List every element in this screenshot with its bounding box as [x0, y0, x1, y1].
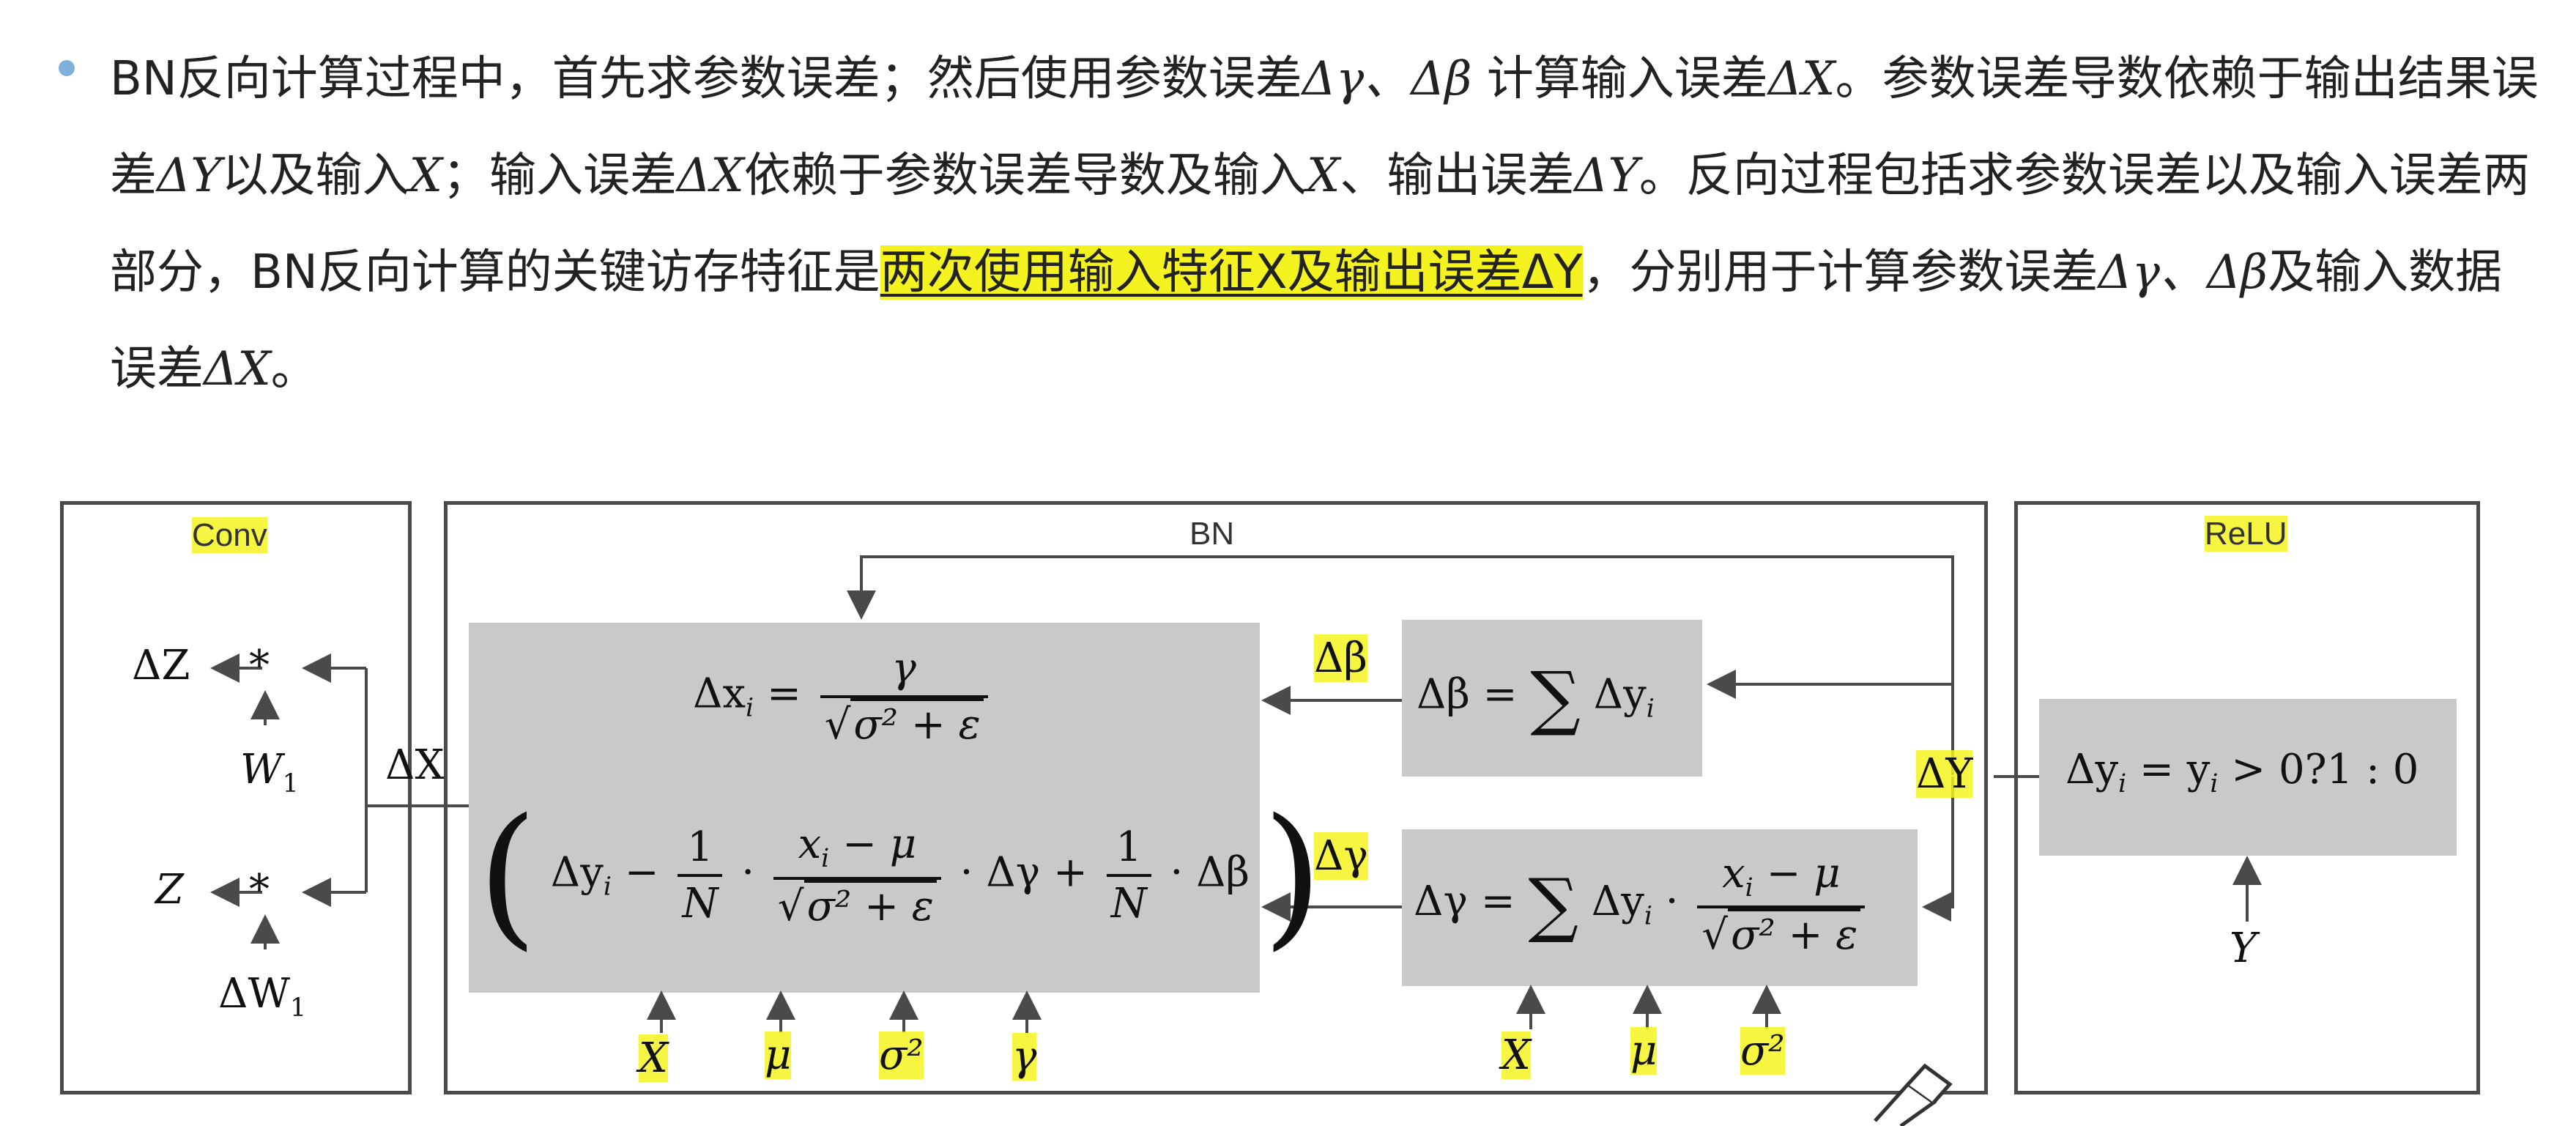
dbeta-rhs: Δy [1593, 670, 1647, 719]
x: x [798, 821, 822, 869]
sqrt-den-2: √σ² + ε [773, 876, 941, 930]
dgamma-frac-num: xi − μ [1718, 850, 1845, 905]
conv-z: Z [155, 866, 184, 914]
param-input-mu: μ [1630, 1027, 1658, 1075]
param-mu: μ [1630, 1027, 1658, 1075]
relu-y-sub: i [2210, 769, 2219, 799]
sqrt-den: √σ² + ε [820, 695, 988, 749]
star-op: * [249, 642, 270, 689]
param-sigma2: σ² [1740, 1027, 1785, 1075]
dgamma-term: · Δγ + [959, 848, 1088, 897]
one-over-n-1: 1N [678, 823, 723, 927]
bn-input-gamma: γ [1012, 1033, 1037, 1081]
relu-label: ReLU [2205, 516, 2287, 552]
input-mu: μ [765, 1031, 792, 1079]
dbeta-tag: Δβ [1314, 634, 1367, 682]
sqrt-den-body: σ² + ε [850, 698, 984, 749]
dgamma-tag-text: Δγ [1314, 832, 1368, 880]
input-sigma2: σ² [879, 1031, 924, 1079]
dot: · [1665, 878, 1679, 926]
dbeta-lhs: Δβ = [1417, 670, 1518, 719]
gamma-num: γ [891, 645, 916, 692]
dgamma-mid-sub: i [1644, 901, 1652, 931]
param-x: X [1502, 1031, 1531, 1079]
n: N [678, 874, 723, 927]
n: N [1106, 874, 1151, 927]
sum-symbol: ∑ [1528, 863, 1578, 946]
x: x [1722, 850, 1745, 897]
x-sub: i [821, 844, 830, 874]
relu-cond: > 0?1 : 0 [2218, 746, 2419, 793]
y-symbol: Y [2230, 925, 2257, 972]
dbeta-formula: Δβ = ∑ Δyi [1417, 656, 1655, 738]
relu-dy-sub: i [2118, 769, 2127, 799]
xmu-num: xi − μ [794, 821, 921, 876]
dbeta-tag-text: Δβ [1314, 634, 1367, 682]
gamma-over-sqrt: γ √σ² + ε [820, 645, 988, 749]
dx-lhs-sub: i [746, 693, 754, 723]
dy-tag: ΔY [1916, 750, 1973, 798]
equals: = [766, 670, 801, 718]
bn-label-text: BN [1189, 516, 1235, 552]
bn-input-mu: μ [765, 1031, 792, 1079]
dyi-sub: i [603, 872, 612, 902]
dx-wire-label: ΔX [385, 741, 444, 789]
left-paren: ( [478, 785, 538, 965]
dx-formula-bottom: ( Δyi − 1N · xi − μ √σ² + ε · Δγ + 1N · … [478, 799, 1323, 952]
bn-inputs [637, 1039, 1062, 1090]
conv-dz: ΔZ [132, 642, 190, 689]
sqrt-den-2-body: σ² + ε [803, 879, 937, 930]
minus-mu: − μ [1753, 850, 1841, 897]
dw-symbol: ΔW [218, 970, 290, 1018]
dgamma-frac-den: √σ² + ε [1697, 905, 1866, 960]
input-gamma: γ [1012, 1033, 1037, 1081]
dgamma-frac-den-body: σ² + ε [1728, 908, 1861, 960]
dx-formula-top: Δxi = γ √σ² + ε [693, 645, 994, 749]
w-sub: 1 [282, 769, 299, 799]
param-input-x: X [1502, 1031, 1531, 1079]
conv-star-top: * [249, 642, 270, 689]
z-symbol: Z [155, 866, 184, 914]
dw-sub: 1 [290, 993, 307, 1023]
star-op: * [249, 866, 270, 914]
dgamma-mid: Δy [1591, 878, 1644, 926]
dz-symbol: ΔZ [132, 642, 190, 689]
dot: · [741, 848, 755, 897]
relu-dy: Δy [2065, 746, 2119, 793]
input-x: X [639, 1034, 668, 1082]
dyi: Δy [550, 848, 604, 897]
w-symbol: W [240, 746, 283, 793]
conv-label-text: Conv [192, 517, 267, 553]
minus: − [624, 848, 659, 897]
dy-tag-text: ΔY [1916, 750, 1973, 798]
relu-label-text: ReLU [2205, 516, 2287, 552]
minus-mu: − μ [829, 821, 917, 869]
conv-w1: W1 [240, 746, 299, 799]
bn-input-x: X [631, 1034, 675, 1082]
relu-y: = y [2126, 746, 2211, 793]
sum-symbol: ∑ [1530, 656, 1581, 738]
param-input-sigma2: σ² [1740, 1027, 1785, 1075]
dgamma-tag: Δγ [1314, 832, 1368, 880]
relu-formula: Δyi = yi > 0?1 : 0 [2065, 746, 2419, 799]
dbeta-rhs-sub: i [1646, 694, 1655, 724]
conv-label: Conv [192, 517, 267, 554]
bn-label: BN [1189, 516, 1234, 552]
dgamma-fraction: xi − μ √σ² + ε [1697, 850, 1866, 960]
one: 1 [687, 823, 713, 871]
one: 1 [1116, 823, 1143, 871]
dbeta-term: · Δβ [1170, 848, 1250, 897]
x-sub: i [1745, 873, 1753, 903]
dgamma-formula: Δγ = ∑ Δyi · xi − μ √σ² + ε [1414, 850, 1871, 960]
conv-dw1: ΔW1 [218, 970, 306, 1023]
dx-symbol: ΔX [385, 741, 445, 789]
conv-star-bottom: * [249, 866, 270, 914]
bn-input-sigma2: σ² [879, 1031, 924, 1079]
one-over-n-2: 1N [1106, 823, 1151, 927]
relu-y-input: Y [2230, 925, 2257, 972]
pen-cursor-icon [1874, 1063, 1953, 1126]
dx-lhs: Δx [693, 670, 746, 718]
xmu-over-sqrt: xi − μ √σ² + ε [773, 821, 941, 930]
dgamma-lhs: Δγ = [1414, 878, 1515, 926]
